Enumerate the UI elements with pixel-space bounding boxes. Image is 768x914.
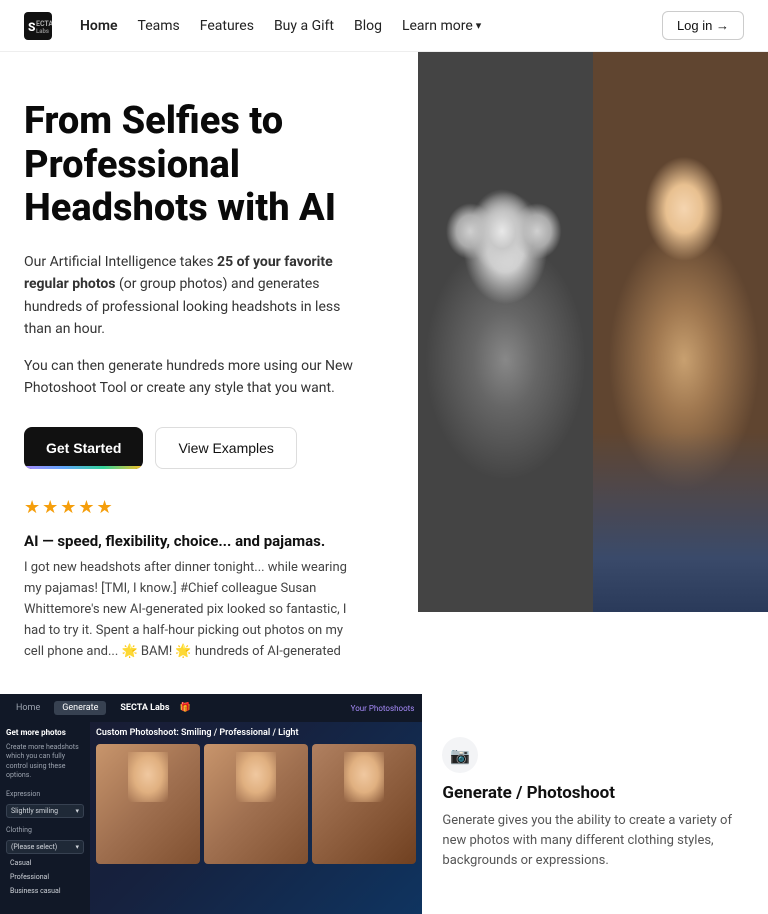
app-photo-1 — [96, 744, 200, 864]
hero-img-bw — [418, 52, 593, 612]
sidebar-title: Get more photos — [6, 728, 84, 737]
app-main: Custom Photoshoot: Smiling / Professiona… — [90, 722, 422, 914]
app-tab-home[interactable]: Home — [8, 701, 48, 715]
svg-text:Labs: Labs — [36, 28, 49, 35]
hero-body2: You can then generate hundreds more usin… — [24, 355, 364, 400]
review-text: I got new headshots after dinner tonight… — [24, 558, 364, 662]
feature-panel: 📷 Generate / Photoshoot Generate gives y… — [422, 694, 768, 914]
app-photo-3 — [312, 744, 416, 864]
app-body: Get more photos Create more headshots wh… — [0, 722, 422, 914]
svg-text:S: S — [28, 20, 36, 34]
sidebar-desc: Create more headshots which you can full… — [6, 743, 84, 779]
option-professional[interactable]: Professional — [6, 872, 84, 882]
review-title: AI — speed, flexibility, choice... and p… — [24, 532, 364, 550]
feature-desc: Generate gives you the ability to create… — [442, 811, 748, 871]
chevron-down-icon: ▾ — [476, 19, 482, 32]
option-business[interactable]: Business casual — [6, 886, 84, 896]
chevron-down-icon: ▾ — [75, 807, 79, 815]
nav-blog[interactable]: Blog — [354, 18, 382, 34]
face-overlay-1 — [128, 752, 168, 802]
app-logo: SECTA Labs — [120, 703, 169, 713]
get-started-button[interactable]: Get Started — [24, 427, 143, 469]
nav-features[interactable]: Features — [200, 18, 254, 34]
view-examples-button[interactable]: View Examples — [155, 427, 296, 469]
feature-title: Generate / Photoshoot — [442, 783, 748, 803]
chevron-down-icon2: ▾ — [75, 843, 79, 851]
star-rating: ★★★★★ — [24, 497, 364, 518]
nav-learn-more[interactable]: Learn more ▾ — [402, 18, 481, 34]
app-photos-grid — [96, 744, 416, 864]
app-sidebar: Get more photos Create more headshots wh… — [0, 722, 90, 914]
hero-title: From Selfies to Professional Headshots w… — [24, 100, 364, 231]
login-button[interactable]: Log in → — [662, 11, 744, 40]
hero-buttons: Get Started View Examples — [24, 427, 364, 469]
nav-home[interactable]: Home — [80, 18, 118, 34]
hero-img-color — [593, 52, 768, 612]
hero-body1: Our Artificial Intelligence takes 25 of … — [24, 251, 364, 341]
nav-teams[interactable]: Teams — [138, 18, 180, 34]
app-photo-2 — [204, 744, 308, 864]
svg-text:ECTA: ECTA — [36, 20, 52, 28]
option-casual[interactable]: Casual — [6, 858, 84, 868]
logo[interactable]: S ECTA Labs — [24, 12, 52, 40]
bottom-section: Home Generate SECTA Labs 🎁 Your Photosho… — [0, 694, 768, 914]
hero-left: From Selfies to Professional Headshots w… — [24, 100, 384, 662]
expression-select[interactable]: Slightly smiling ▾ — [6, 804, 84, 818]
hero-section: From Selfies to Professional Headshots w… — [0, 52, 768, 694]
clothing-label: Clothing — [6, 826, 84, 834]
navbar: S ECTA Labs Home Teams Features Buy a Gi… — [0, 0, 768, 52]
app-tab-generate[interactable]: Generate — [54, 701, 106, 715]
clothing-select[interactable]: (Please select) ▾ — [6, 840, 84, 854]
app-photos-link[interactable]: Your Photoshoots — [351, 704, 415, 713]
app-topbar: Home Generate SECTA Labs 🎁 Your Photosho… — [0, 694, 422, 722]
expression-label: Expression — [6, 790, 84, 798]
logo-icon: S ECTA Labs — [24, 12, 52, 40]
app-main-title: Custom Photoshoot: Smiling / Professiona… — [96, 728, 416, 738]
nav-gift[interactable]: Buy a Gift — [274, 18, 334, 34]
face-overlay-2 — [236, 752, 276, 802]
face-overlay-3 — [344, 752, 384, 802]
app-screenshot: Home Generate SECTA Labs 🎁 Your Photosho… — [0, 694, 422, 914]
hero-image — [418, 52, 768, 612]
nav-links: Home Teams Features Buy a Gift Blog Lear… — [80, 18, 662, 34]
